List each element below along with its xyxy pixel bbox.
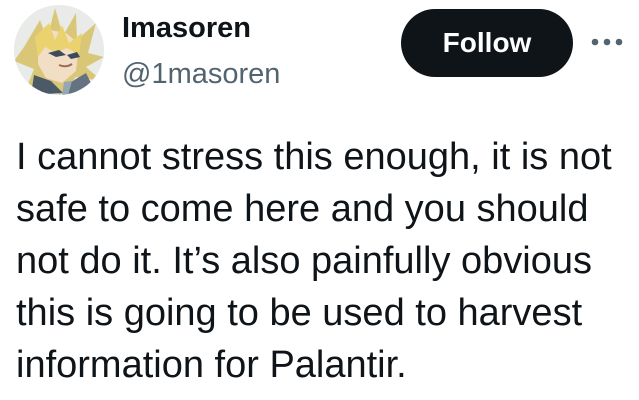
tweet-header: Imasoren @1masoren Follow [0,0,639,110]
more-icon [591,38,623,46]
follow-button[interactable]: Follow [401,9,573,77]
user-handle[interactable]: @1masoren [122,56,280,92]
tweet-card: Imasoren @1masoren Follow I cannot stres… [0,0,639,400]
tweet-text: I cannot stress this enough, it is not s… [16,136,612,386]
avatar[interactable] [14,5,104,95]
user-names: Imasoren @1masoren [122,10,382,90]
anime-avatar-icon [14,5,104,95]
more-options-button[interactable] [586,28,628,56]
display-name[interactable]: Imasoren [122,10,251,46]
